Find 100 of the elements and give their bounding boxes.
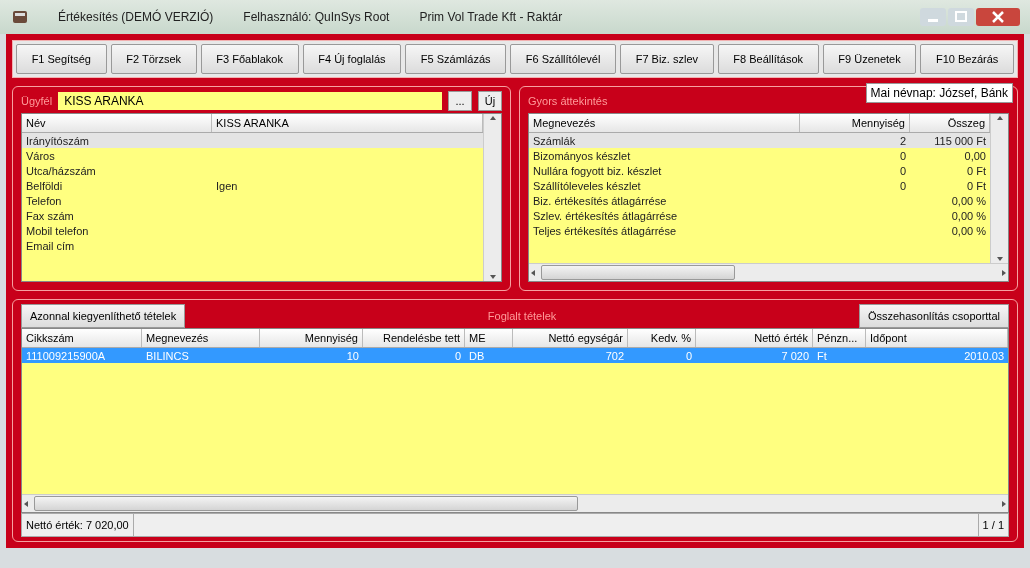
list-row[interactable]: Teljes értékesítés átlagárrése 0,00 %: [529, 223, 990, 238]
list-row[interactable]: Mobil telefon: [22, 223, 483, 238]
table-cell-text: 2: [898, 133, 907, 148]
customer-field[interactable]: KISS ARANKA: [58, 92, 442, 110]
table-cell-text: Biz. értékesítés átlagárrése: [532, 193, 668, 208]
column-header[interactable]: Név: [22, 114, 212, 132]
table-cell-text: 7 020: [780, 348, 810, 363]
column-header[interactable]: Nettó érték: [696, 329, 813, 347]
list-row[interactable]: Belföldi Igen: [22, 178, 483, 193]
compare-button[interactable]: Összehasonlítás csoporttal: [858, 304, 1009, 328]
scroll-right-icon[interactable]: [1000, 499, 1008, 508]
table-cell-text: 0: [453, 348, 462, 363]
company-label: Prim Vol Trade Kft - Raktár: [419, 10, 563, 24]
browse-button[interactable]: ...: [448, 91, 472, 111]
table-cell-text: 0 Ft: [966, 163, 987, 178]
scroll-down-icon[interactable]: [488, 273, 497, 281]
list-row[interactable]: Számlák 2 115 000 Ft: [529, 133, 990, 148]
table-cell-text: 0,00: [963, 148, 987, 163]
toolbar-button[interactable]: F2 Törzsek: [110, 44, 197, 74]
column-header[interactable]: Mennyiség: [260, 329, 363, 347]
toolbar-button[interactable]: F6 Szállítólevél: [510, 44, 617, 74]
table-cell-text: Számlák: [532, 133, 577, 148]
table-cell-text: 2010.03: [963, 348, 1005, 363]
list-row[interactable]: Irányítószám: [22, 133, 483, 148]
scroll-left-icon[interactable]: [22, 499, 30, 508]
column-header[interactable]: Pénzn...: [813, 329, 866, 347]
list-row[interactable]: Szlev. értékesítés átlagárrése 0,00 %: [529, 208, 990, 223]
table-cell-text: DB: [468, 348, 486, 363]
panel-title: Foglalt tételek: [487, 310, 557, 322]
tab-button[interactable]: Azonnal kiegyenlíthető tételek: [21, 304, 186, 328]
table-cell-text: 0: [898, 163, 907, 178]
panel-title: Ügyfél: [21, 95, 53, 107]
app-icon: [12, 9, 28, 25]
toolbar-button[interactable]: F5 Számlázás: [405, 44, 507, 74]
table-cell-text: 0 Ft: [966, 178, 987, 193]
toolbar-button[interactable]: F7 Biz. szlev: [620, 44, 714, 74]
column-header[interactable]: Rendelésbe tett: [363, 329, 465, 347]
toolbar-button[interactable]: F4 Új foglalás: [302, 44, 402, 74]
column-header[interactable]: Nettó egységár: [513, 329, 628, 347]
field-label: Fax szám: [25, 208, 75, 223]
table-cell-text: 10: [345, 348, 360, 363]
column-header[interactable]: Időpont: [866, 329, 1008, 347]
column-header[interactable]: Megnevezés: [529, 114, 800, 132]
column-header[interactable]: Mennyiség: [800, 114, 910, 132]
table-cell-text: Teljes értékesítés átlagárrése: [532, 223, 678, 238]
list-row[interactable]: Email cím: [22, 238, 483, 253]
scroll-left-icon[interactable]: [529, 268, 537, 277]
field-label: Irányítószám: [25, 133, 90, 148]
panel-title: Gyors áttekintés: [528, 95, 608, 107]
new-button[interactable]: Új: [478, 91, 502, 111]
column-header[interactable]: Kedv. %: [628, 329, 696, 347]
list-row[interactable]: Biz. értékesítés átlagárrése 0,00 %: [529, 193, 990, 208]
table-cell-text: 0,00 %: [950, 193, 987, 208]
table-cell-text: 0: [684, 348, 693, 363]
scroll-up-icon[interactable]: [995, 114, 1004, 122]
list-row[interactable]: Szállítóleveles készlet 0 0 Ft: [529, 178, 990, 193]
table-cell-text: Nullára fogyott biz. készlet: [532, 163, 663, 178]
toolbar-button[interactable]: F8 Beállítások: [717, 44, 819, 74]
list-row[interactable]: Utca/házszám: [22, 163, 483, 178]
horizontal-scrollbar[interactable]: [529, 263, 1008, 281]
table-cell-text: 0: [898, 178, 907, 193]
table-cell-text: Szlev. értékesítés átlagárrése: [532, 208, 679, 223]
page-count: 1 / 1: [977, 514, 1008, 536]
table-cell-text: 0,00 %: [950, 208, 987, 223]
column-header[interactable]: Cikkszám: [22, 329, 142, 347]
list-row[interactable]: Fax szám: [22, 208, 483, 223]
window-title: Értékesítés (DEMÓ VERZIÓ): [58, 10, 214, 24]
list-row[interactable]: Telefon: [22, 193, 483, 208]
horizontal-scrollbar[interactable]: [22, 494, 1008, 512]
user-label: Felhasználó: QuInSys Root: [243, 10, 390, 24]
scroll-up-icon[interactable]: [488, 114, 497, 122]
field-label: Email cím: [25, 238, 76, 253]
field-label: Telefon: [25, 193, 63, 208]
field-label: Mobil telefon: [25, 223, 90, 238]
table-cell-text: Ft: [816, 348, 828, 363]
toolbar-button[interactable]: F3 Főablakok: [200, 44, 299, 74]
table-cell-text: Szállítóleveles készlet: [532, 178, 642, 193]
table-cell-text: 702: [604, 348, 625, 363]
field-value: Igen: [215, 178, 239, 193]
vertical-scrollbar[interactable]: [990, 114, 1008, 263]
table-cell-text: 111009215900A: [25, 348, 107, 363]
toolbar-button[interactable]: F10 Bezárás: [920, 44, 1014, 74]
table-cell-text: Bizományos készlet: [532, 148, 632, 163]
scroll-right-icon[interactable]: [1000, 268, 1008, 277]
field-label: Belföldi: [25, 178, 64, 193]
column-header[interactable]: ME: [465, 329, 513, 347]
list-row[interactable]: Bizományos készlet 0 0,00: [529, 148, 990, 163]
close-icon[interactable]: [976, 8, 1020, 26]
column-header[interactable]: Megnevezés: [142, 329, 260, 347]
field-label: Utca/házszám: [25, 163, 97, 178]
field-label: Város: [25, 148, 56, 163]
list-row[interactable]: Város: [22, 148, 483, 163]
list-row[interactable]: Nullára fogyott biz. készlet 0 0 Ft: [529, 163, 990, 178]
table-cell-text: 115 000 Ft: [933, 133, 987, 148]
toolbar-button[interactable]: F1 Segítség: [16, 44, 107, 74]
table-cell-text: 0: [898, 148, 907, 163]
nameday-label: Mai névnap: József, Bánk: [865, 83, 1013, 103]
table-cell-text: BILINCS: [145, 348, 190, 363]
toolbar-button[interactable]: F9 Üzenetek: [822, 44, 917, 74]
vertical-scrollbar[interactable]: [483, 114, 501, 281]
